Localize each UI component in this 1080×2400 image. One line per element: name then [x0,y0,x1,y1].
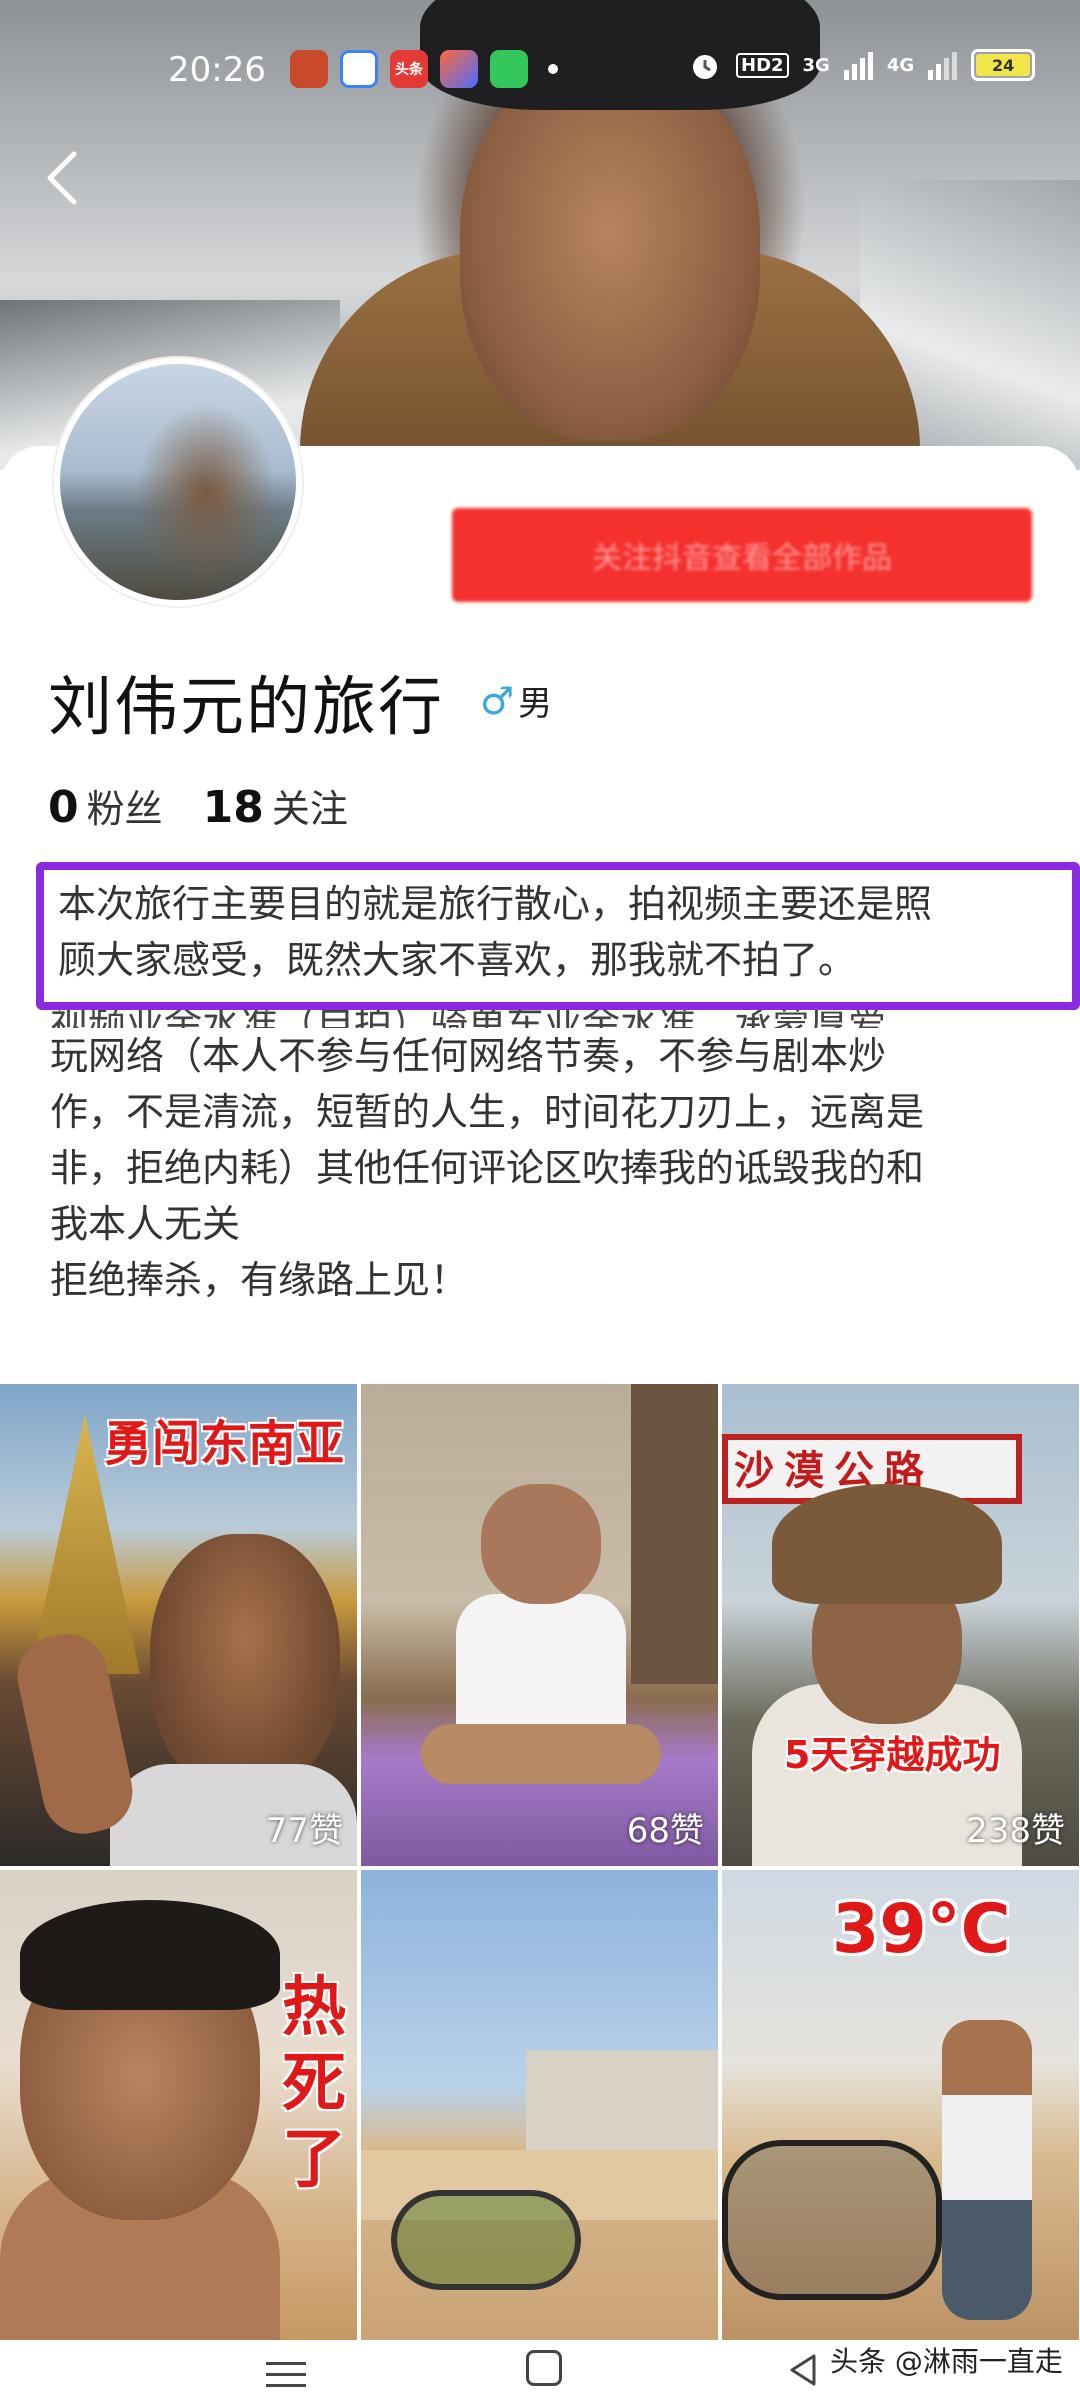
fans-count[interactable]: 0 [48,782,79,833]
banner-face [460,60,760,440]
profile-stats: 0 粉丝 18 关注 [48,778,348,833]
notification-dot-icon [548,64,558,74]
male-icon: ♂ [480,678,515,723]
person-image [150,1534,340,1794]
fans-label[interactable]: 粉丝 [87,778,163,833]
status-bar: 20:26 头条 HD2 3G 4G 24 [0,40,1080,100]
video-tile[interactable]: 热死了 [0,1870,357,2352]
signal-3g-icon [843,50,873,80]
video-grid: 勇闯东南亚 77赞 68赞 沙漠公路 5天穿越成功 238赞 热死了 39°C [0,1384,1080,2352]
video-caption: 5天穿越成功 [784,1733,1001,1777]
video-caption: 39°C [832,1890,1011,1969]
photo-app-icon [340,50,378,88]
profile-bio: 视频业余水准（自拍）骑单车业余水准，承蒙厚爱 玩网络（本人不参与任何网络节奏，不… [50,1002,1040,1308]
shop-app-icon [440,50,478,88]
home-icon[interactable] [526,2350,562,2386]
video-caption: 勇闯东南亚 [104,1416,345,1472]
video-tile[interactable] [361,1870,718,2352]
door-image [631,1384,718,1684]
bio-line: 我本人无关 [50,1202,241,1246]
bio-line: 作，不是清流，短暂的人生，时间花刀刃上，远离是 [50,1090,925,1134]
status-indicators: HD2 3G 4G 24 [688,48,1036,82]
bio-line: 玩网络（本人不参与任何网络节奏，不参与剧本炒 [50,1034,887,1078]
avatar[interactable] [54,358,302,606]
follow-button[interactable]: 关注抖音查看全部作品 [452,508,1032,602]
network-3g-label: 3G [802,54,830,76]
bicycle-image [391,2190,581,2290]
gender-label: 男 [518,684,553,724]
video-caption: 热死了 [282,1971,346,2197]
person-image [942,2020,1032,2320]
status-time: 20:26 [168,50,266,90]
toutiao-app-icon: 头条 [390,50,428,88]
video-tile[interactable]: 勇闯东南亚 77赞 [0,1384,357,1866]
back-triangle-icon[interactable] [784,2350,824,2390]
menu-icon[interactable] [266,2354,306,2390]
alarm-icon [693,55,717,79]
person-image [481,1484,601,1604]
bio-line: 非，拒绝内耗）其他任何评论区吹捧我的诋毁我的和 [50,1146,925,1190]
battery-icon: 24 [971,49,1036,81]
video-likes: 238赞 [966,1811,1065,1851]
gender-tag: ♂ 男 [480,676,552,725]
hair-image [20,1900,280,2010]
legs-image [421,1724,661,1784]
bio-line: 拒绝捧杀，有缘路上见！ [50,1258,469,1302]
weather-app-icon [290,50,328,88]
following-count[interactable]: 18 [203,782,264,833]
bio-highlighted-line: 顾大家感受，既然大家不喜欢，那我就不拍了。 [58,938,857,982]
video-likes: 68赞 [626,1811,704,1851]
video-tile[interactable]: 68赞 [361,1384,718,1866]
bicycle-image [722,2140,942,2300]
video-likes: 77赞 [265,1811,343,1851]
video-tile[interactable]: 沙漠公路 5天穿越成功 238赞 [722,1384,1079,1866]
bio-highlight-box: 本次旅行主要目的就是旅行散心，拍视频主要还是照 顾大家感受，既然大家不喜欢，那我… [36,862,1080,1010]
watermark: 头条 @淋雨一直走 [830,2345,1063,2378]
signal-4g-icon [928,50,958,80]
back-arrow-icon[interactable] [38,148,88,208]
battery-level: 24 [976,54,1031,76]
status-app-icons: 头条 [290,50,566,88]
toutiao-app-label: 头条 [395,62,423,78]
video-tile[interactable]: 39°C [722,1870,1079,2352]
profile-name: 刘伟元的旅行 [48,671,444,745]
video-app-icon [490,50,528,88]
bio-highlighted-text: 本次旅行主要目的就是旅行散心，拍视频主要还是照 顾大家感受，既然大家不喜欢，那我… [58,876,932,988]
following-label[interactable]: 关注 [272,778,348,833]
profile-screen: 20:26 头条 HD2 3G 4G 24 关注抖音查看全部作品 刘伟元的旅行 … [0,0,1080,2400]
hd-badge: HD2 [736,52,789,78]
network-4g-label: 4G [886,54,915,76]
straw-hat-image [772,1484,1002,1604]
bio-highlighted-line: 本次旅行主要目的就是旅行散心，拍视频主要还是照 [58,882,933,926]
